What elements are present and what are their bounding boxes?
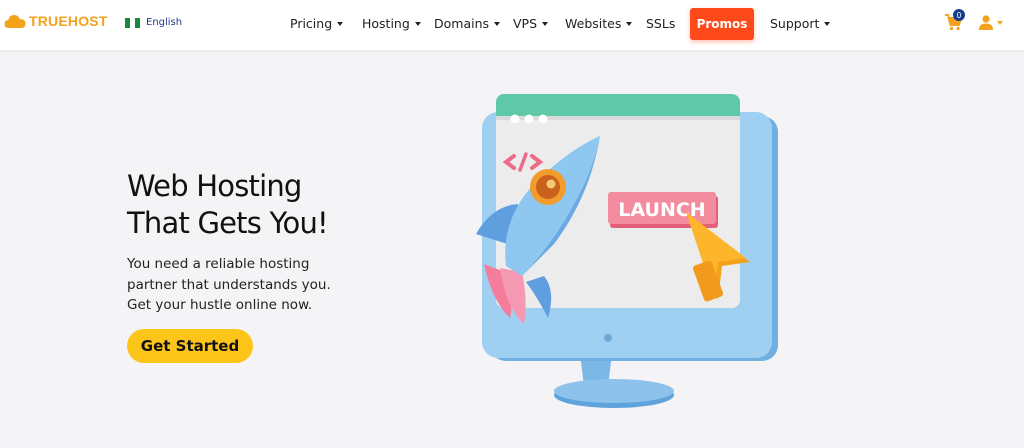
nav-vps-label: VPS — [513, 16, 538, 31]
nav-domains[interactable]: Domains — [434, 16, 501, 31]
hero-subtitle-line-2: partner that understands you. — [127, 276, 331, 293]
hero-subtitle-line-3: Get your hustle online now. — [127, 297, 313, 313]
nav-ssls-label: SSLs — [646, 16, 676, 31]
cart-count-badge: 0 — [953, 9, 965, 21]
get-started-button[interactable]: Get Started — [127, 329, 253, 363]
nav-domains-label: Domains — [434, 16, 490, 31]
top-navbar: TRUEHOST English Pricing Hosting Domains… — [0, 0, 1024, 50]
hero-subtitle-line-1: You need a reliable hosting — [127, 256, 310, 272]
hero-subtitle: You need a reliable hosting partner that… — [127, 254, 377, 316]
brand-logo[interactable]: TRUEHOST — [4, 13, 108, 29]
launch-sign: LAUNCH — [608, 192, 718, 228]
hero-headline-line-1: Web Hosting — [127, 169, 302, 203]
chevron-down-icon — [414, 21, 421, 26]
nav-hosting[interactable]: Hosting — [362, 16, 421, 31]
nav-websites-label: Websites — [565, 16, 622, 31]
nav-support-label: Support — [770, 16, 820, 31]
launch-illustration: LAUNCH — [476, 94, 778, 408]
chevron-down-icon — [494, 21, 501, 26]
user-icon — [979, 15, 993, 30]
chevron-down-icon — [997, 20, 1003, 25]
nigeria-flag-icon — [125, 17, 140, 28]
hero-headline-line-2: That Gets You! — [127, 206, 329, 240]
chevron-down-icon — [626, 21, 633, 26]
chevron-down-icon — [542, 21, 549, 26]
nav-pricing[interactable]: Pricing — [290, 16, 344, 31]
nav-support[interactable]: Support — [770, 16, 831, 31]
nav-hosting-label: Hosting — [362, 16, 410, 31]
brand-name: TRUEHOST — [29, 13, 108, 29]
nav-pricing-label: Pricing — [290, 16, 333, 31]
hero-headline: Web Hosting That Gets You! — [127, 168, 387, 242]
chevron-down-icon — [337, 21, 344, 26]
language-label: English — [146, 17, 183, 28]
nav-websites[interactable]: Websites — [565, 16, 633, 31]
account-menu[interactable] — [979, 15, 1003, 30]
nav-vps[interactable]: VPS — [513, 16, 549, 31]
cloud-logo-icon — [4, 15, 26, 28]
nav-ssls[interactable]: SSLs — [646, 16, 675, 31]
promos-button[interactable]: Promos — [690, 8, 754, 40]
monitor-stand — [554, 354, 674, 408]
chevron-down-icon — [824, 21, 831, 26]
language-selector[interactable]: English — [125, 17, 182, 28]
